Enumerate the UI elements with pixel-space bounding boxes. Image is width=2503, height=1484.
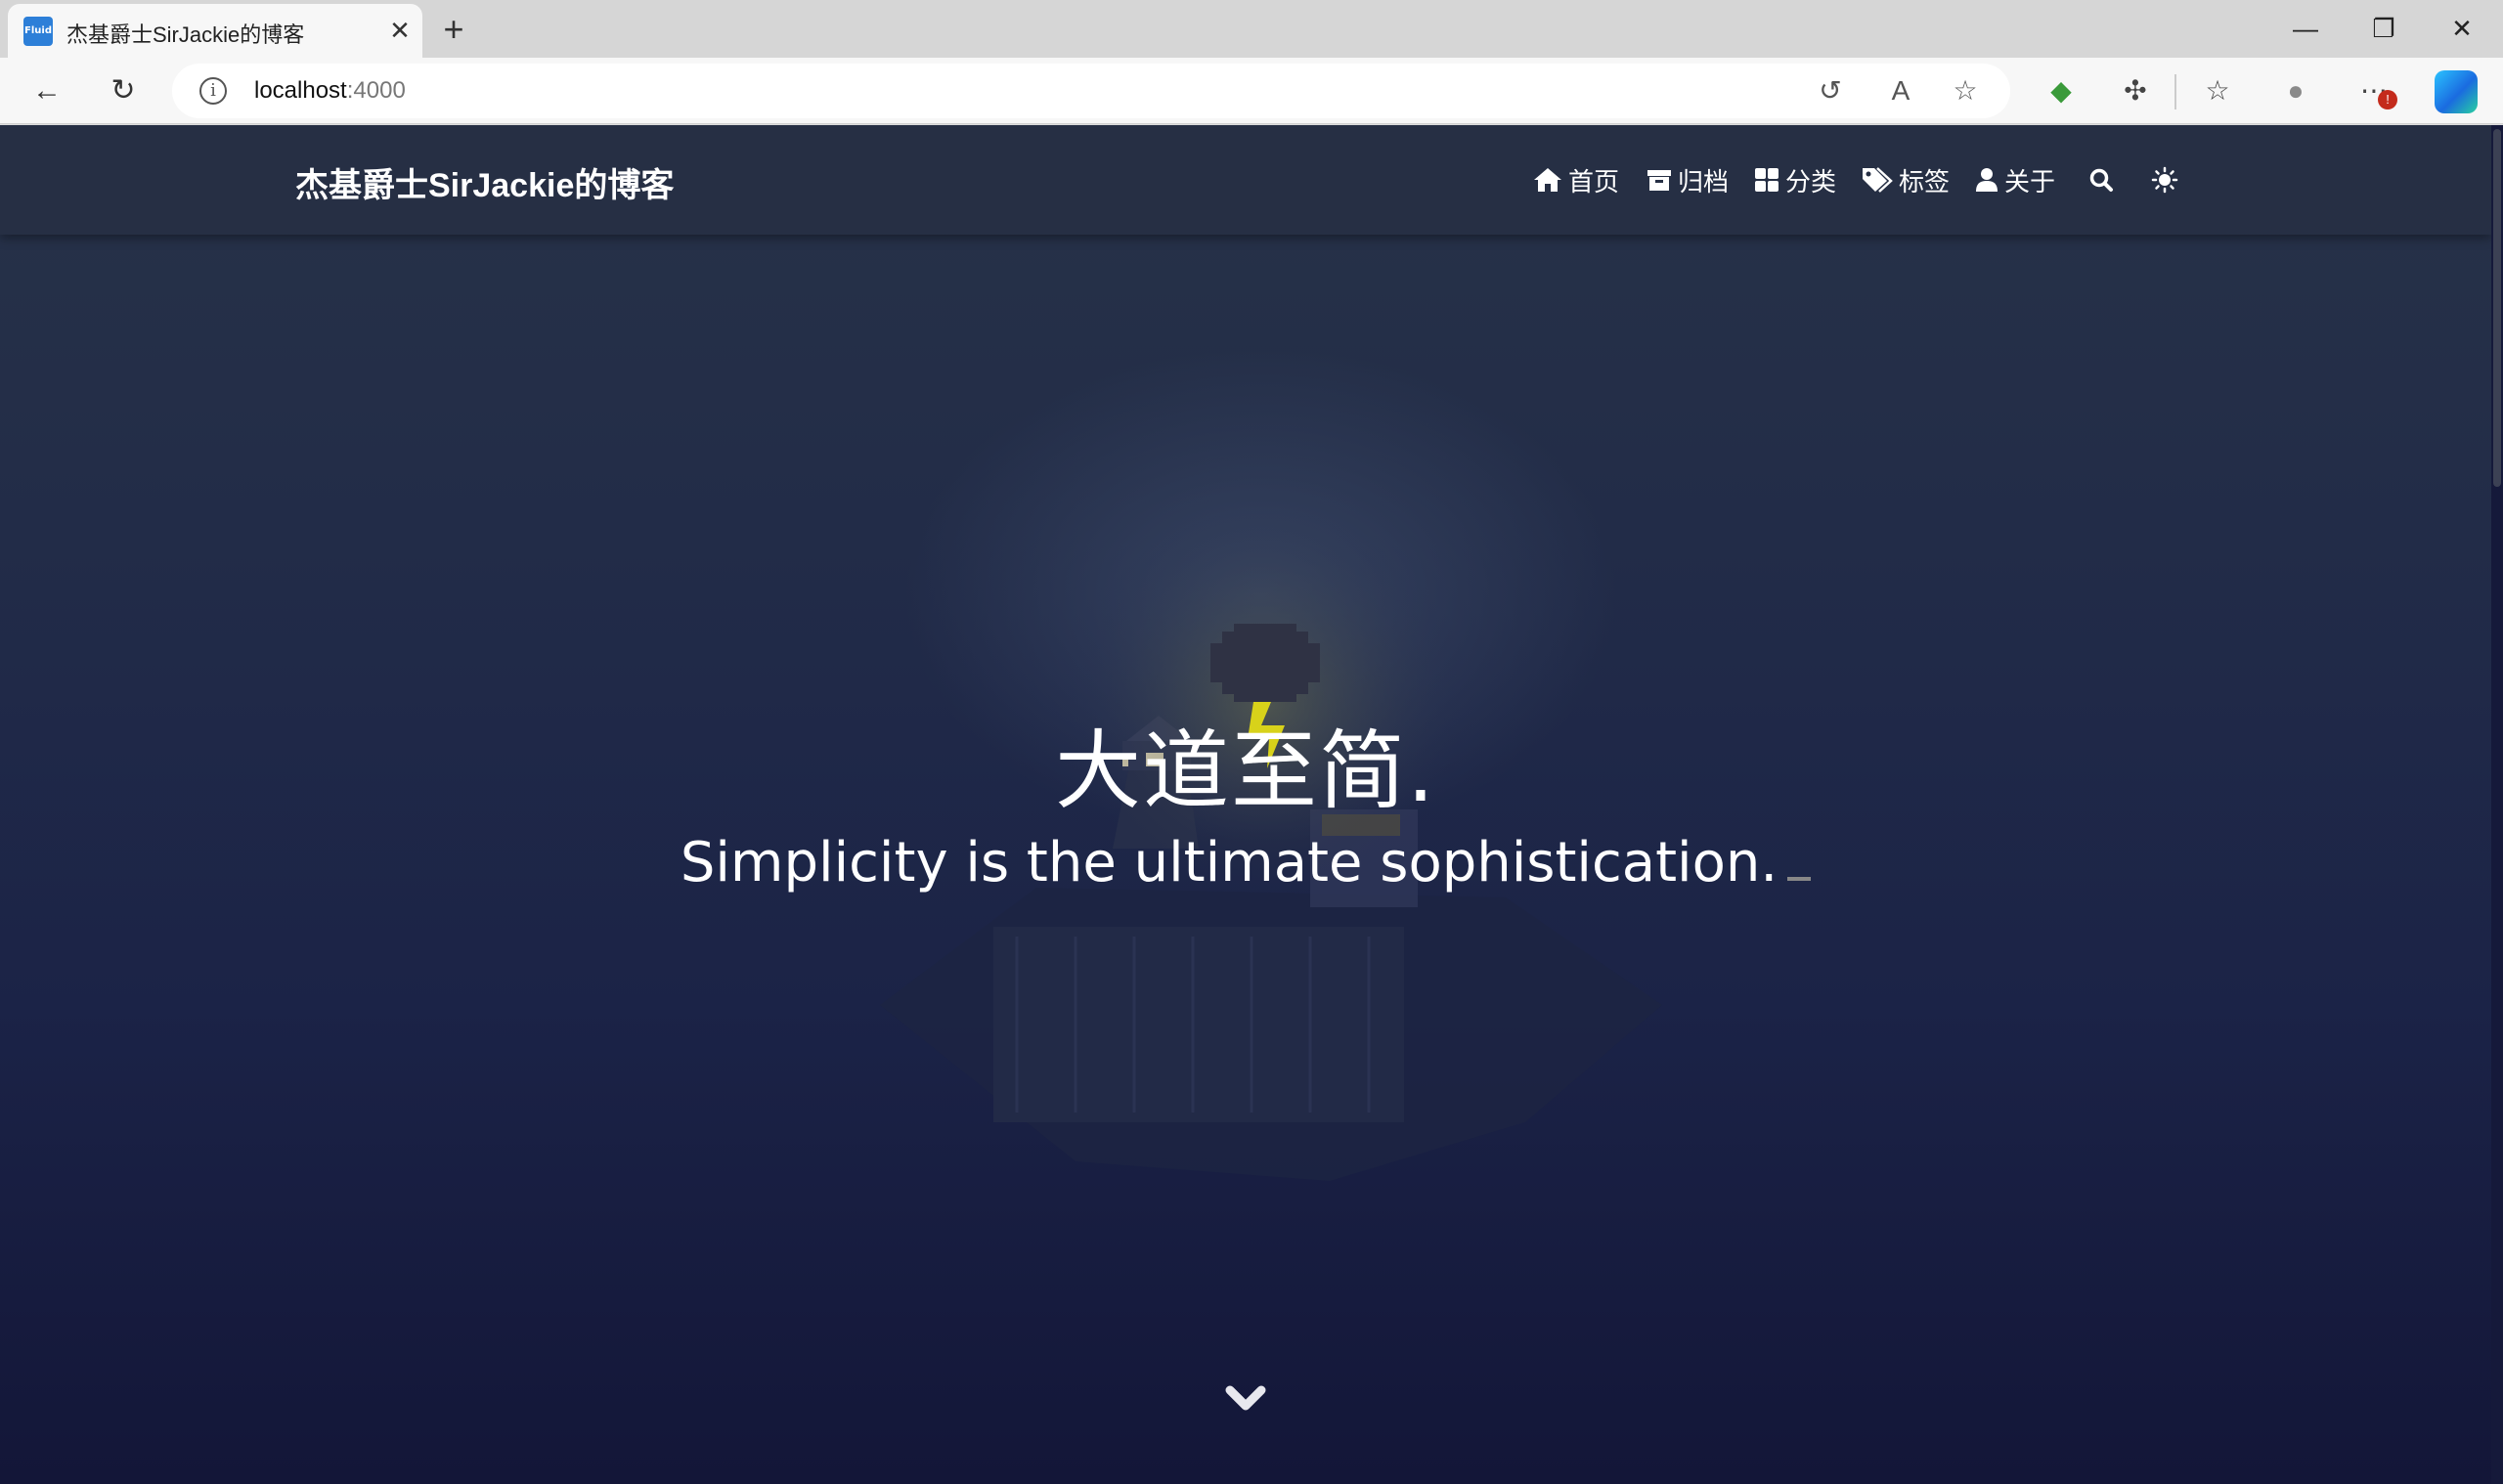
address-url[interactable]: localhost:4000 [254, 77, 406, 105]
hero-subtitle-text: Simplicity is the ultimate sophisticatio… [680, 831, 1778, 895]
scroll-down-chevron-icon[interactable] [1224, 1382, 1267, 1418]
browser-titlebar: Fluid 杰基爵士SirJackie的博客 ✕ + — ❐ ✕ [0, 0, 2503, 58]
favicon-icon: Fluid [23, 17, 53, 46]
close-tab-icon[interactable]: ✕ [383, 14, 417, 47]
favorite-star-icon[interactable]: ☆ [1948, 73, 1983, 109]
theme-toggle-button[interactable] [2151, 160, 2184, 199]
nav-home-label: 首页 [1568, 166, 1620, 196]
search-icon [2089, 168, 2113, 192]
url-port: :4000 [346, 77, 406, 104]
favorites-icon[interactable]: ☆ [2196, 69, 2239, 112]
toolbar-divider [2174, 74, 2176, 109]
notification-badge: ! [2378, 90, 2397, 109]
url-host: localhost [254, 77, 347, 104]
nav-archive[interactable]: 归档 [1647, 160, 1729, 199]
nav-about[interactable]: 关于 [1975, 160, 2055, 199]
typing-cursor [1787, 877, 1812, 881]
nav-about-label: 关于 [2004, 166, 2056, 196]
address-bar[interactable]: i localhost:4000 ↺ A ☆ [172, 64, 2010, 118]
category-icon [1755, 168, 1778, 192]
new-tab-button[interactable]: + [434, 10, 473, 49]
nav-categories-label: 分类 [1785, 166, 1837, 196]
archive-icon [1647, 170, 1671, 191]
site-navbar: 杰基爵士SirJackie的博客 首页 归档 分类 标签 关于 [0, 125, 2491, 235]
nav-home[interactable]: 首页 [1533, 160, 1619, 199]
restore-button[interactable]: ❐ [2354, 6, 2413, 51]
nav-tags[interactable]: 标签 [1862, 160, 1950, 199]
page-scrollbar[interactable] [2491, 125, 2503, 1484]
user-icon [1976, 168, 1998, 192]
copilot-icon[interactable] [2435, 70, 2478, 113]
reload-button[interactable]: ↻ [102, 69, 145, 112]
tag-icon [1863, 167, 1893, 193]
nav-tags-label: 标签 [1899, 166, 1951, 196]
hero-title: 大道至简. [1055, 720, 1436, 821]
nav-categories[interactable]: 分类 [1754, 160, 1836, 199]
close-window-button[interactable]: ✕ [2433, 6, 2491, 51]
profile-icon[interactable]: ● [2274, 69, 2317, 112]
site-info-icon[interactable]: i [199, 77, 227, 105]
site-brand[interactable]: 杰基爵士SirJackie的博客 [295, 158, 674, 206]
home-icon [1534, 168, 1561, 192]
scrollbar-thumb[interactable] [2493, 129, 2501, 487]
hero-subtitle: Simplicity is the ultimate sophisticatio… [0, 831, 2491, 895]
extension-icon[interactable]: ◆ [2040, 69, 2083, 112]
extensions-puzzle-icon[interactable]: ✣ [2114, 69, 2157, 112]
search-button[interactable] [2088, 160, 2120, 199]
tab-title: 杰基爵士SirJackie的博客 [66, 22, 305, 47]
browser-toolbar: ← ↻ i localhost:4000 ↺ A ☆ ◆ ✣ ☆ ● ⋯ [0, 58, 2503, 124]
refresh-app-icon[interactable]: ↺ [1813, 73, 1848, 109]
nav-archive-label: 归档 [1678, 166, 1730, 196]
minimize-button[interactable]: — [2276, 6, 2335, 51]
read-aloud-icon[interactable]: A [1883, 73, 1918, 109]
back-button[interactable]: ← [25, 69, 68, 112]
browser-tab[interactable]: Fluid 杰基爵士SirJackie的博客 ✕ [8, 4, 422, 58]
sun-icon [2151, 166, 2178, 194]
page-viewport: 杰基爵士SirJackie的博客 首页 归档 分类 标签 关于 大道至简. Si… [0, 125, 2503, 1484]
